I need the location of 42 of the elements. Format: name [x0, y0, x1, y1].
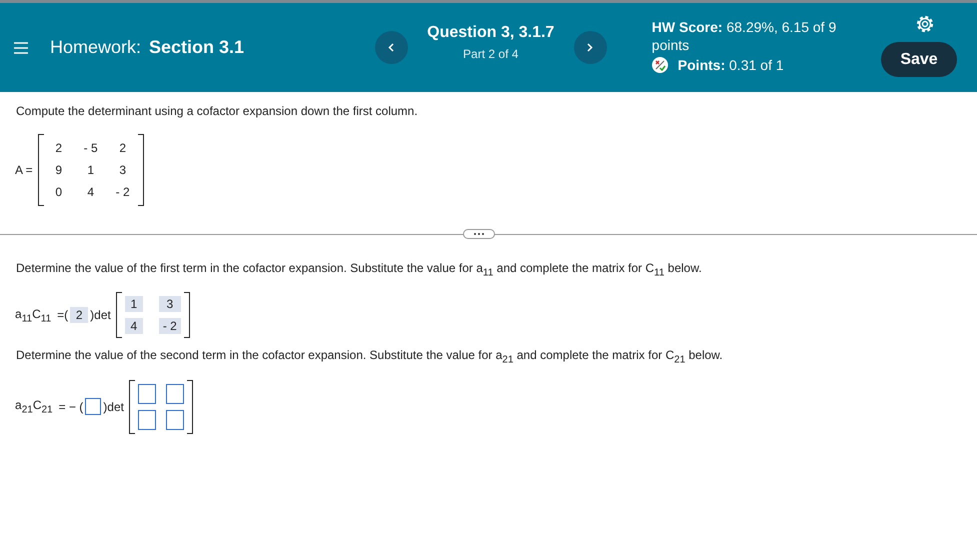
term-label: a$_{11}$C$_{11}$	[15, 306, 52, 324]
answer-field[interactable]	[138, 384, 156, 404]
matrix-entry: 3	[118, 163, 128, 177]
operator-text: =(	[57, 308, 68, 322]
matrix-entry: - 5	[82, 141, 99, 155]
points-text: Points: 0.31 of 1	[678, 57, 784, 73]
hw-score: HW Score: 68.29%, 6.15 of 9 points	[652, 18, 838, 54]
answer-value: 4	[124, 318, 143, 334]
matrix-entry: 2	[54, 141, 64, 155]
matrix-label: A =	[15, 163, 33, 177]
operator-text: = − (	[58, 400, 84, 414]
step-prompt: Determine the value of the second term in the cofactor expansion. Substitute the value for a$_{21}$ and complete the matrix for C$_{21}$ below.	[16, 348, 724, 366]
det-label: )det	[103, 400, 124, 414]
matrix-entry: - 2	[114, 185, 131, 199]
answer-field[interactable]	[138, 410, 156, 430]
answer-field[interactable]	[85, 398, 102, 416]
answer-field[interactable]	[166, 384, 184, 404]
partial-credit-icon	[652, 57, 668, 73]
matrix-entry: 2	[118, 141, 128, 155]
instruction-text: Compute the determinant using a cofactor expansion down the first column.	[16, 104, 419, 118]
part-label: Part 2 of 4	[463, 47, 518, 61]
save-button[interactable]: Save	[881, 42, 957, 77]
chevron-left-icon	[388, 43, 394, 52]
det-label: )det	[90, 308, 111, 322]
step-prompt: Determine the value of the first term in the cofactor expansion. Substitute the value for a$_{11}$ and complete the matrix for C$_{11}$ below.	[16, 261, 703, 278]
question-title: Question 3, 3.1.7	[427, 24, 554, 42]
chevron-right-icon	[587, 43, 594, 52]
matrix-entry: 0	[54, 185, 64, 199]
term-label: a$_{21}$C$_{21}$	[15, 398, 53, 416]
homework-label: Homework:	[50, 37, 142, 58]
settings-icon[interactable]	[915, 14, 935, 34]
answer-value: - 2	[158, 318, 181, 334]
answer-value: 2	[70, 307, 88, 324]
menu-icon[interactable]	[14, 42, 28, 54]
answer-value: 1	[124, 296, 143, 312]
matrix-entry: 9	[54, 163, 64, 177]
answer-field[interactable]	[166, 410, 184, 430]
matrix-entry: 4	[86, 185, 96, 199]
matrix-entry: 1	[86, 163, 96, 177]
more-icon[interactable]	[462, 229, 494, 239]
answer-value: 3	[158, 296, 181, 312]
homework-title: Section 3.1	[149, 37, 244, 58]
